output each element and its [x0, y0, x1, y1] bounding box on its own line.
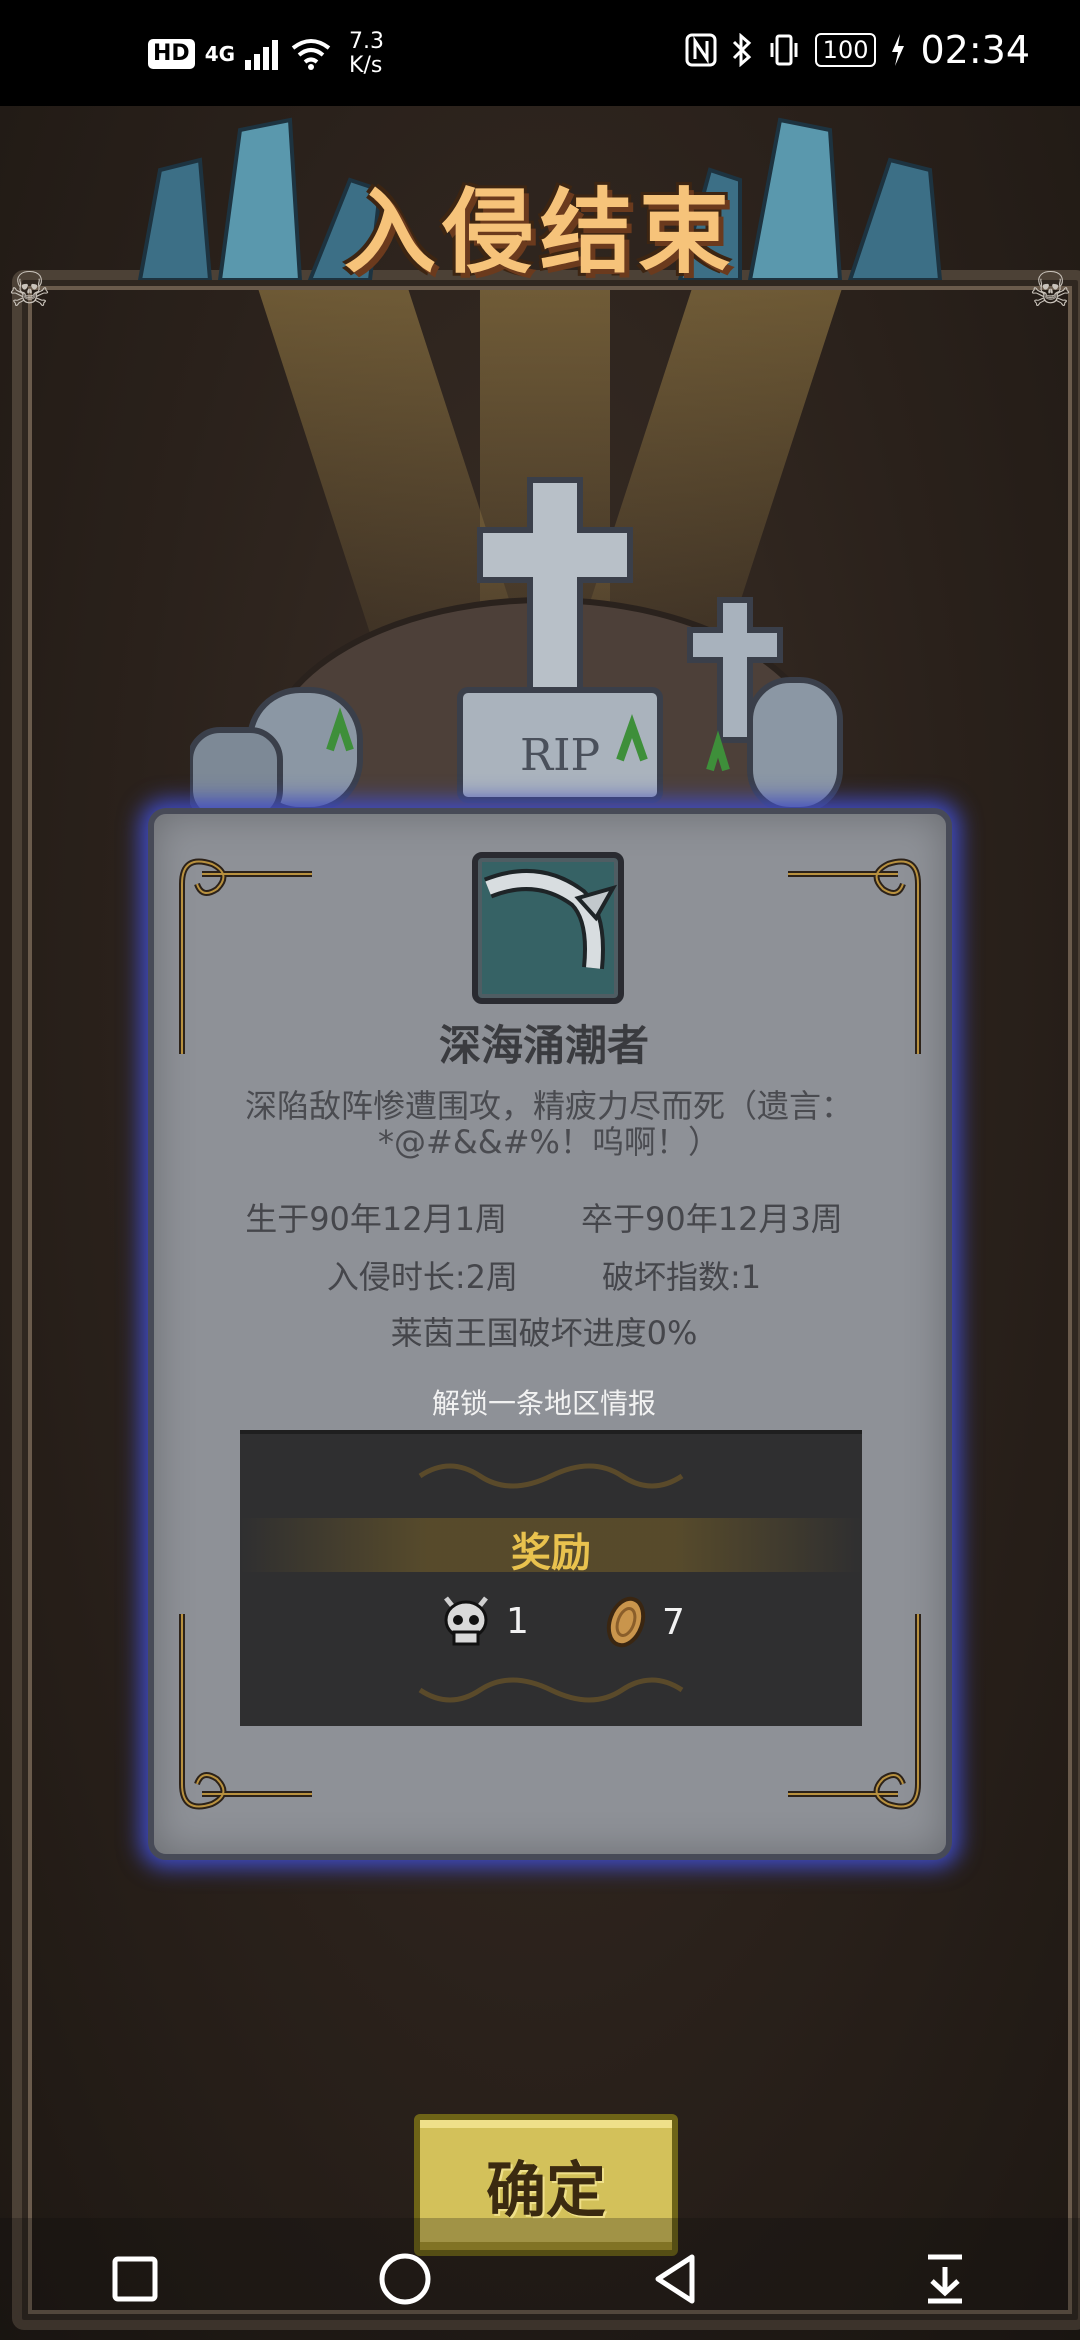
speed-unit: K/s [349, 53, 383, 78]
network-speed: 7.3 K/s [349, 30, 384, 78]
sea-serpent-icon [483, 869, 618, 970]
rip-engraving: RIP [520, 730, 600, 781]
clock: 02:34 [920, 28, 1030, 72]
reward-coin-count: 7 [662, 1601, 685, 1643]
wifi-icon [291, 39, 331, 70]
result-card: 深海涌潮者 深陷敌阵惨遭围攻，精疲力尽而死（遗言：*@#&&#%！呜啊！） 生于… [148, 808, 952, 1860]
death-date: 卒于90年12月3周 [581, 1200, 843, 1238]
status-bar: HD 4G 7.3 K/s 100 02:34 [0, 0, 1080, 106]
demon-skull-icon [444, 1596, 488, 1646]
charging-icon [892, 34, 905, 66]
bluetooth-icon [732, 33, 751, 67]
death-description: 深陷敌阵惨遭围攻，精疲力尽而死（遗言：*@#&&#%！呜啊！） [244, 1087, 853, 1161]
vibrate-icon [770, 34, 798, 66]
kingdom-destruction-progress: 莱茵王国破坏进度0% [390, 1314, 698, 1352]
screen-title: 入侵结束 [343, 179, 736, 286]
signal-icon [245, 40, 279, 70]
square-icon [112, 2256, 158, 2302]
graveyard-illustration: RIP [190, 477, 843, 830]
stats-row: 入侵时长:2周 破坏指数:1 [154, 1252, 934, 1298]
recent-apps-button[interactable] [95, 2239, 175, 2319]
status-left: HD 4G 7.3 K/s [148, 30, 384, 78]
reward-panel: 奖励 1 7 [240, 1430, 862, 1726]
reward-skull-count: 1 [506, 1600, 529, 1642]
back-button[interactable] [635, 2239, 715, 2319]
invasion-duration: 入侵时长:2周 [326, 1258, 518, 1296]
unit-portrait [472, 852, 624, 1004]
pull-down-icon [928, 2254, 962, 2304]
nfc-icon [685, 33, 717, 67]
battery-indicator: 100 [814, 33, 877, 67]
home-button[interactable] [365, 2239, 445, 2319]
back-triangle-icon [655, 2254, 695, 2304]
speed-value: 7.3 [349, 29, 385, 54]
unlock-info: 解锁一条地区情报 [431, 1387, 656, 1420]
hd-badge: HD [148, 39, 195, 69]
unit-name: 深海涌潮者 [438, 1021, 649, 1070]
network-type: 4G [204, 42, 236, 66]
born-date: 生于90年12月1周 [245, 1200, 507, 1238]
gold-coin-icon [606, 1596, 646, 1648]
circle-icon [379, 2253, 431, 2305]
reward-item-skull: 1 [440, 1594, 529, 1648]
reward-item-coin: 7 [604, 1594, 685, 1650]
lifespan-row: 生于90年12月1周 卒于90年12月3周 [154, 1194, 934, 1240]
reward-title: 奖励 [511, 1530, 591, 1576]
status-right: 100 02:34 [685, 28, 1030, 72]
destruction-index: 破坏指数:1 [602, 1258, 762, 1296]
reward-scroll-ornament-top-icon [418, 1463, 684, 1489]
notification-pull-button[interactable] [905, 2239, 985, 2319]
navigation-bar [0, 2218, 1080, 2340]
reward-scroll-ornament-bottom-icon [418, 1677, 684, 1703]
